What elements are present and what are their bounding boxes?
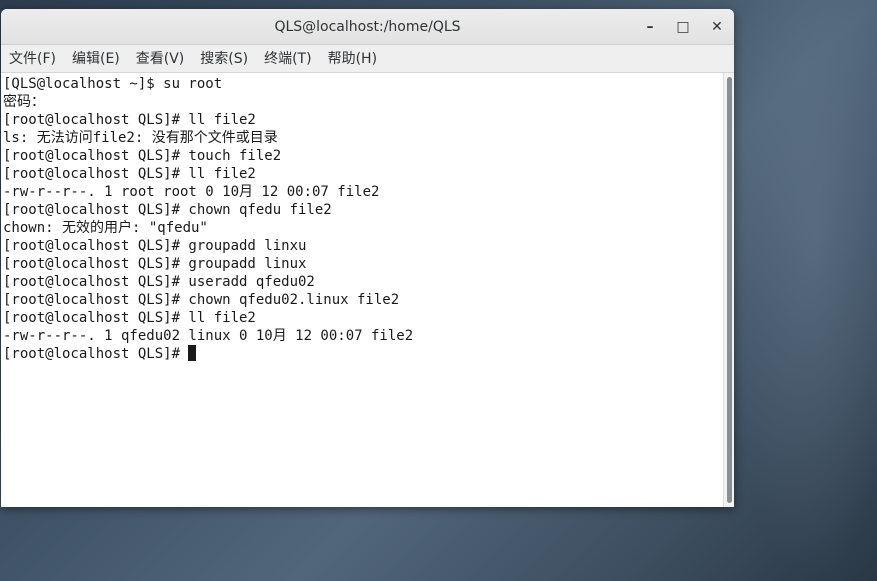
menu-view[interactable]: 查看(V)	[130, 45, 191, 73]
terminal-line: [root@localhost QLS]# useradd qfedu02	[3, 274, 315, 290]
terminal-line: [root@localhost QLS]# ll file2	[3, 310, 256, 326]
terminal-line: [root@localhost QLS]# ll file2	[3, 112, 256, 128]
terminal-prompt: [root@localhost QLS]#	[3, 346, 189, 362]
terminal-line: 密码：	[3, 94, 45, 110]
terminal-line: [root@localhost QLS]# groupadd linux	[3, 256, 307, 272]
menu-bar: 文件(F) 编辑(E) 查看(V) 搜索(S) 终端(T) 帮助(H)	[1, 45, 734, 73]
window-title: QLS@localhost:/home/QLS	[274, 19, 461, 35]
terminal-line: chown: 无效的用户: "qfedu"	[3, 220, 208, 236]
scrollbar[interactable]	[723, 73, 734, 507]
maximize-button[interactable]: □	[673, 17, 693, 37]
title-bar[interactable]: QLS@localhost:/home/QLS – □ ✕	[1, 9, 734, 45]
desktop-background	[720, 0, 877, 581]
menu-terminal[interactable]: 终端(T)	[258, 45, 317, 73]
minimize-button[interactable]: –	[640, 17, 660, 37]
terminal-line: [root@localhost QLS]# chown qfedu02.linu…	[3, 292, 400, 308]
close-button[interactable]: ✕	[707, 17, 727, 37]
terminal-line: ls: 无法访问file2: 没有那个文件或目录	[3, 130, 278, 146]
terminal-output[interactable]: [QLS@localhost ~]$ su root 密码： [root@loc…	[1, 73, 723, 507]
menu-file[interactable]: 文件(F)	[3, 45, 62, 73]
terminal-line: -rw-r--r--. 1 qfedu02 linux 0 10月 12 00:…	[3, 328, 414, 344]
terminal-line: [root@localhost QLS]# chown qfedu file2	[3, 202, 332, 218]
scrollbar-thumb[interactable]	[727, 77, 732, 503]
terminal-line: [root@localhost QLS]# groupadd linxu	[3, 238, 307, 254]
terminal-line: [QLS@localhost ~]$ su root	[3, 76, 223, 92]
terminal-line: [root@localhost QLS]# ll file2	[3, 166, 256, 182]
terminal-window: QLS@localhost:/home/QLS – □ ✕ 文件(F) 编辑(E…	[1, 9, 734, 507]
menu-help[interactable]: 帮助(H)	[322, 45, 383, 73]
menu-edit[interactable]: 编辑(E)	[66, 45, 126, 73]
terminal-prompt-line[interactable]: [root@localhost QLS]#	[3, 345, 723, 363]
menu-search[interactable]: 搜索(S)	[194, 45, 254, 73]
terminal-line: -rw-r--r--. 1 root root 0 10月 12 00:07 f…	[3, 184, 380, 200]
terminal-line: [root@localhost QLS]# touch file2	[3, 148, 282, 164]
text-cursor	[188, 345, 197, 361]
